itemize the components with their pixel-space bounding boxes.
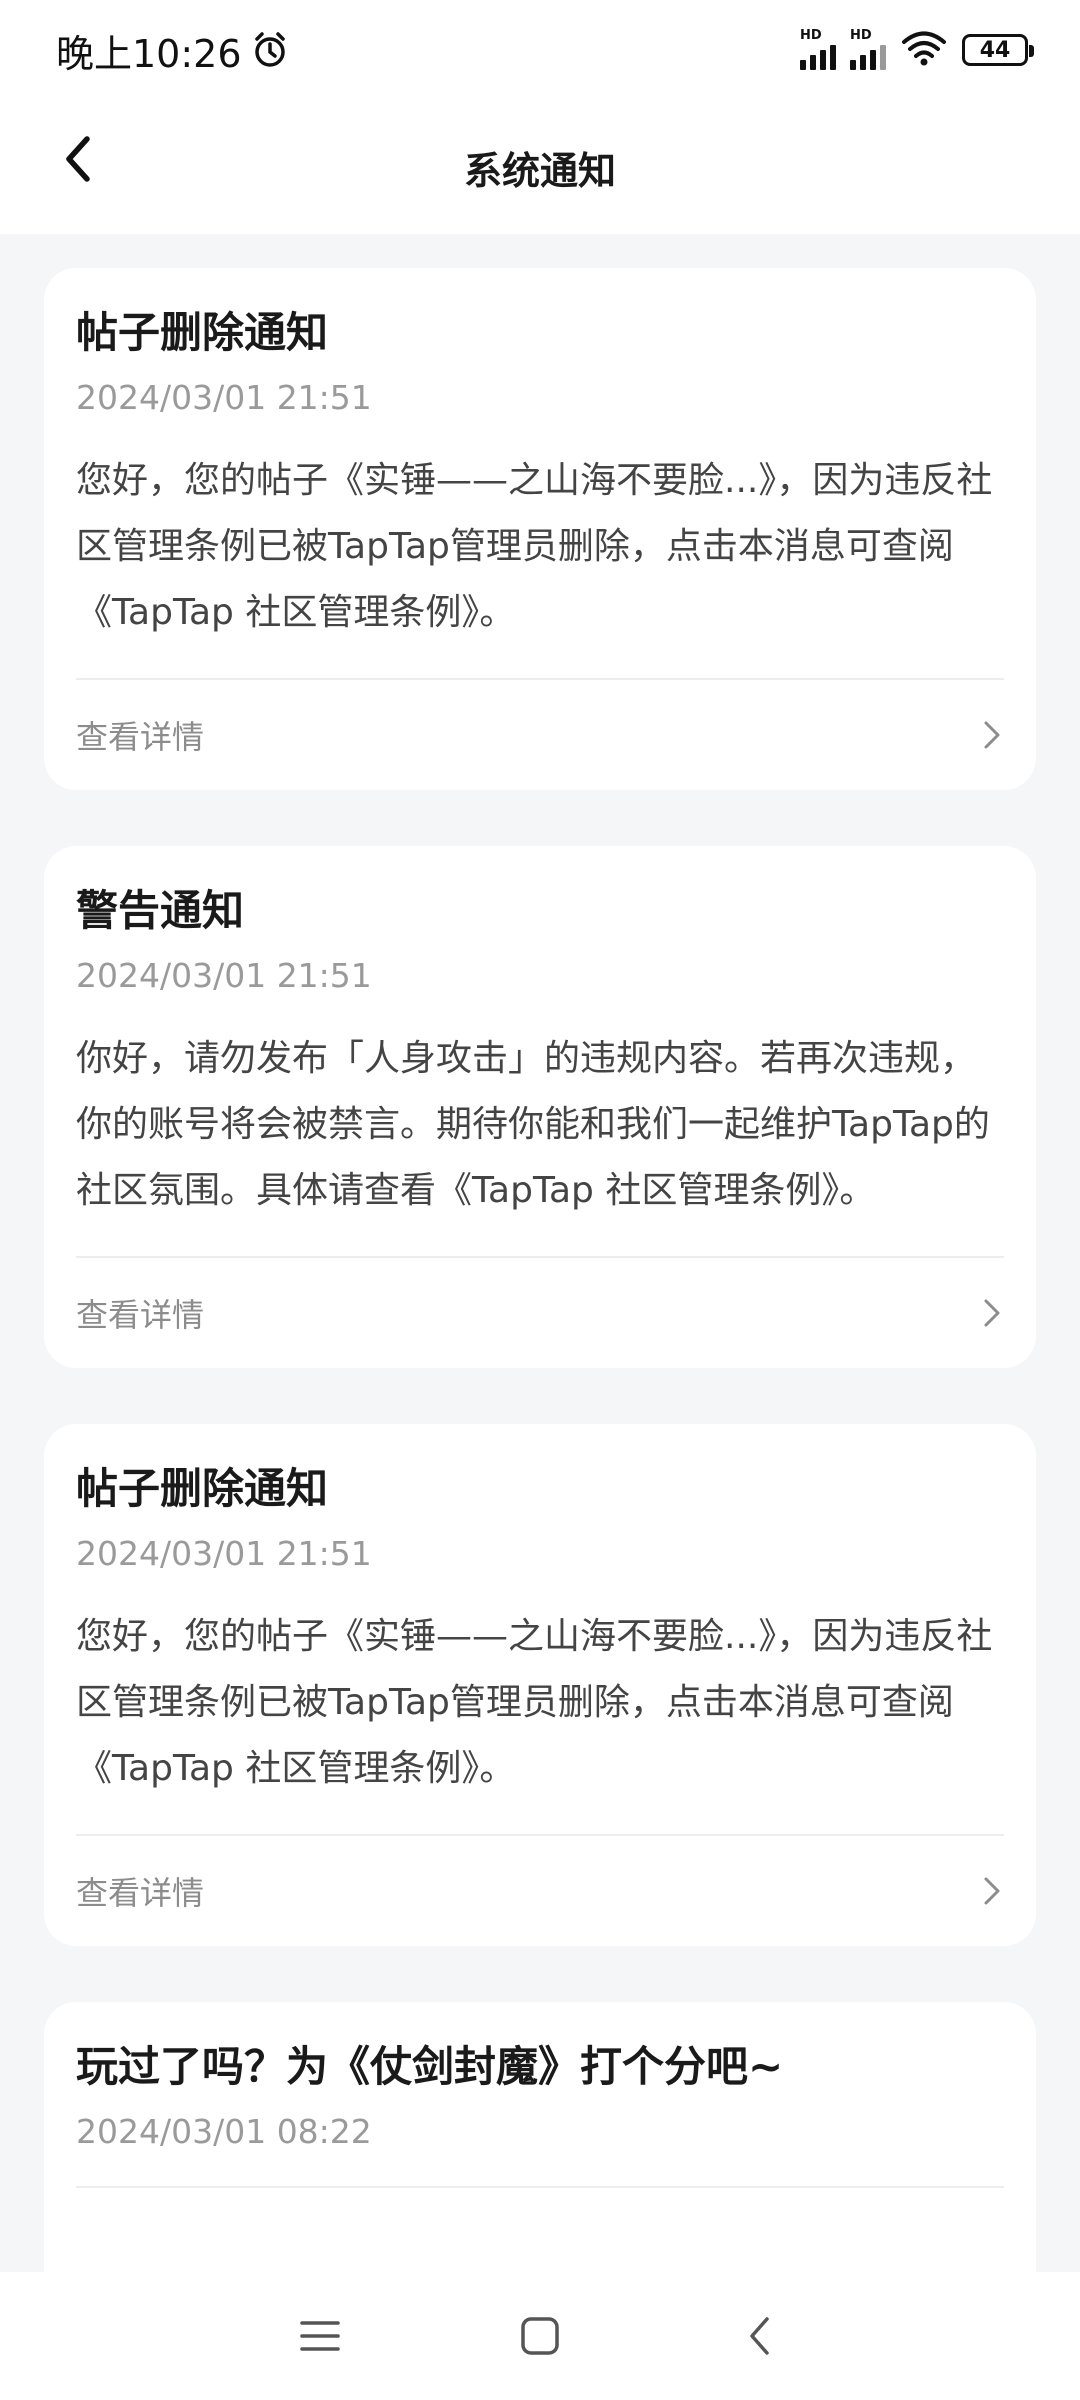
notification-time: 2024/03/01 21:51 <box>76 378 372 417</box>
notification-body: 您好，您的帖子《实锤——之山海不要脸...》，因为违反社区管理条例已被TapTa… <box>76 460 993 633</box>
network-type-label-2: HD <box>850 28 872 43</box>
cellular-signal-icon-2: HD <box>850 28 886 70</box>
notification-title: 玩过了吗？为《仗剑封魔》打个分吧~ <box>76 2042 784 2091</box>
recent-apps-button[interactable] <box>280 2296 360 2376</box>
notification-card[interactable]: 帖子删除通知 2024/03/01 21:51 您好，您的帖子《实锤——之山海不… <box>44 268 1036 790</box>
back-triangle-icon <box>750 2317 769 2355</box>
nav-bar: 系统通知 <box>0 100 1080 234</box>
network-type-label: HD <box>800 28 822 43</box>
cellular-signal-icon: HD <box>800 28 836 70</box>
back-button[interactable] <box>44 124 114 194</box>
status-bar: 晚上10:26 HD HD 44 <box>0 0 1080 100</box>
page-title: 系统通知 <box>463 148 616 193</box>
notification-time: 2024/03/01 08:22 <box>76 2112 372 2151</box>
system-back-button[interactable] <box>720 2296 800 2376</box>
notification-time: 2024/03/01 21:51 <box>76 956 372 995</box>
notification-card[interactable]: 警告通知 2024/03/01 21:51 你好，请勿发布「人身攻击」的违规内容… <box>44 846 1036 1368</box>
chevron-right-icon <box>980 1296 1004 1330</box>
notification-title: 警告通知 <box>76 886 245 935</box>
view-details-row[interactable]: 查看详情 <box>76 1836 1004 1946</box>
chevron-left-icon <box>66 136 90 182</box>
battery-level: 44 <box>979 37 1011 63</box>
status-left: 晚上10:26 <box>56 23 290 78</box>
view-details-row[interactable]: 查看详情 <box>76 680 1004 790</box>
notification-title: 帖子删除通知 <box>76 1464 329 1513</box>
chevron-right-icon <box>980 718 1004 752</box>
notification-card[interactable]: 帖子删除通知 2024/03/01 21:51 您好，您的帖子《实锤——之山海不… <box>44 1424 1036 1946</box>
notification-body: 您好，您的帖子《实锤——之山海不要脸...》，因为违反社区管理条例已被TapTa… <box>76 1616 993 1789</box>
home-square-icon <box>521 2317 559 2355</box>
status-time: 晚上10:26 <box>56 31 242 76</box>
view-details-row[interactable]: 查看详情 <box>76 1258 1004 1368</box>
view-details-label: 查看详情 <box>76 1296 205 1334</box>
wifi-icon <box>900 29 948 71</box>
system-nav-bar <box>0 2272 1080 2400</box>
notification-time: 2024/03/01 21:51 <box>76 1534 372 1573</box>
menu-icon <box>300 2321 340 2351</box>
battery-icon: 44 <box>962 34 1034 66</box>
view-details-label: 查看详情 <box>76 718 205 756</box>
view-details-label: 查看详情 <box>76 1874 205 1912</box>
home-button[interactable] <box>500 2296 580 2376</box>
notification-body: 你好，请勿发布「人身攻击」的违规内容。若再次违规，你的账号将会被禁言。期待你能和… <box>76 1038 990 1211</box>
notification-list: 帖子删除通知 2024/03/01 21:51 您好，您的帖子《实锤——之山海不… <box>44 268 1036 2400</box>
notification-title: 帖子删除通知 <box>76 308 329 357</box>
chevron-right-icon <box>980 1874 1004 1908</box>
status-right: HD HD 44 <box>800 28 1034 71</box>
app-root: 晚上10:26 HD HD 44 系统通知 帖子删除通知 2024/03/01 … <box>0 0 1080 2400</box>
alarm-clock-icon <box>250 30 290 70</box>
